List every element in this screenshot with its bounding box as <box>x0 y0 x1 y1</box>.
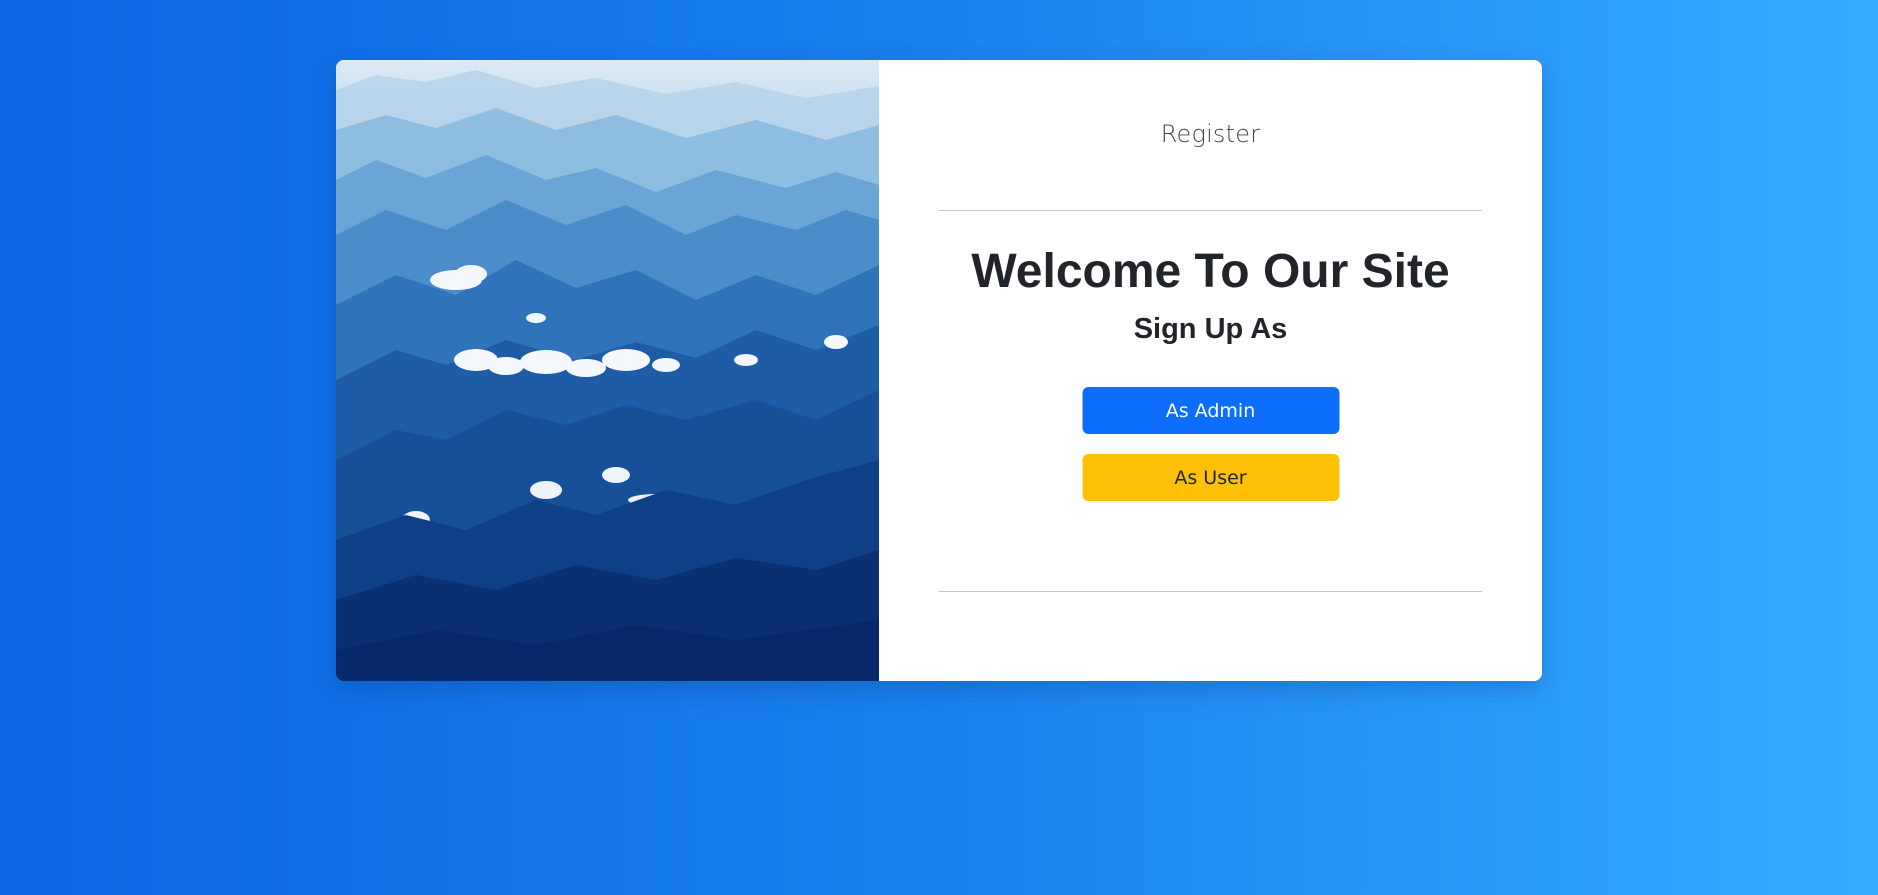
signup-as-admin-button[interactable]: As Admin <box>1082 387 1339 434</box>
register-title: Register <box>1160 120 1261 148</box>
divider-bottom <box>939 591 1482 592</box>
signup-as-user-button[interactable]: As User <box>1082 454 1339 501</box>
signup-card: Register Welcome To Our Site Sign Up As … <box>336 60 1542 681</box>
divider-top <box>939 210 1482 211</box>
signup-subheading: Sign Up As <box>1133 313 1288 345</box>
welcome-heading: Welcome To Our Site <box>971 245 1450 298</box>
signup-form-panel: Register Welcome To Our Site Sign Up As … <box>879 60 1542 681</box>
mountain-landscape-image <box>336 60 879 681</box>
